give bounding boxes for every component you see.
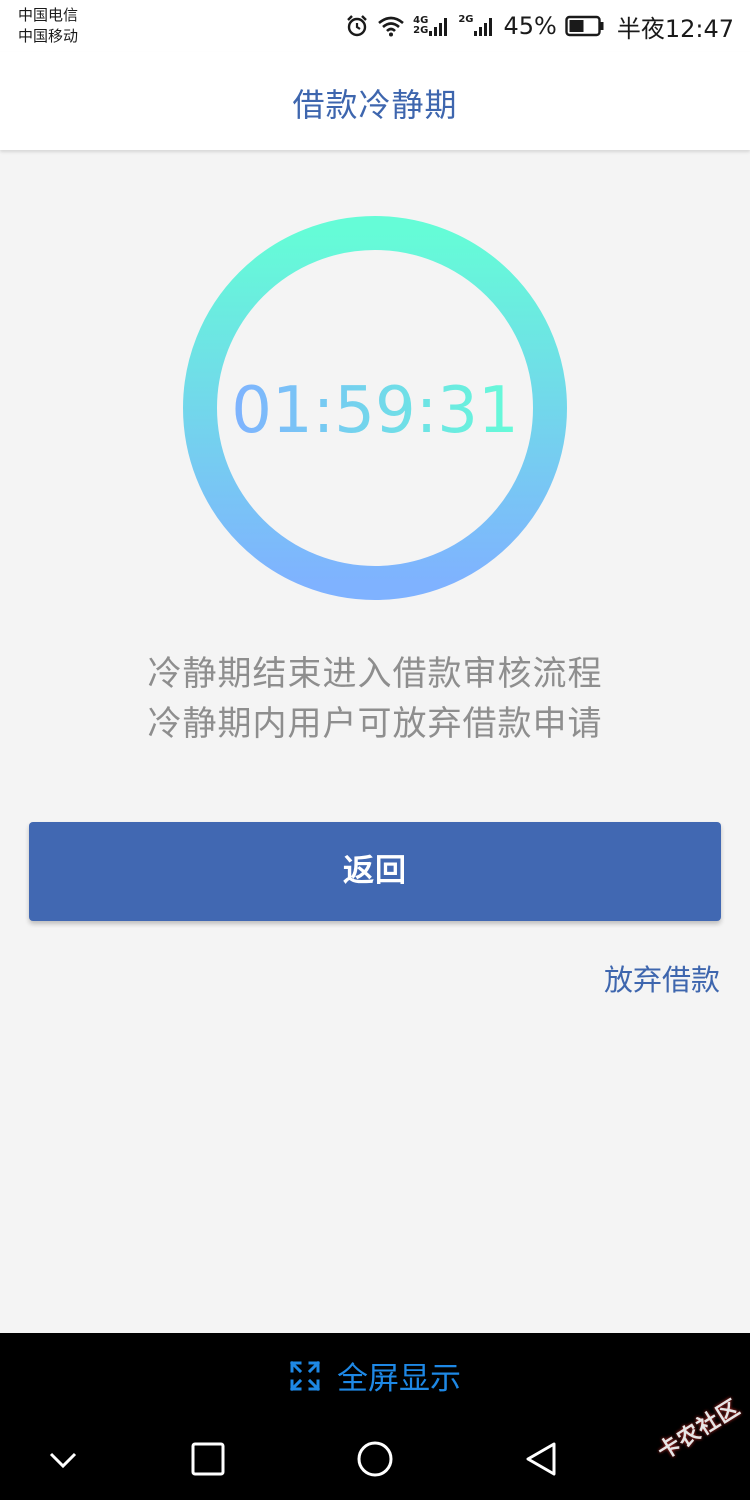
chevron-down-icon[interactable] <box>40 1436 86 1482</box>
carrier-name: 中国电信 <box>18 6 79 24</box>
countdown-time: 01:59:31 <box>231 374 518 448</box>
network-type-label: 2G <box>413 25 429 36</box>
battery-icon <box>565 15 604 37</box>
carrier-info: 中国电信 中国移动 <box>18 5 78 47</box>
countdown-ring: 01:59:31 <box>183 216 567 600</box>
status-bar: 中国电信 中国移动 4G 2G 2G 45% 半夜12:47 <box>0 0 750 52</box>
expand-icon <box>289 1360 321 1391</box>
description-line: 冷静期结束进入借款审核流程 <box>147 654 603 694</box>
fullscreen-label: 全屏显示 <box>337 1361 461 1397</box>
home-icon[interactable] <box>352 1436 398 1482</box>
abandon-loan-link[interactable]: 放弃借款 <box>604 957 720 999</box>
battery-percent: 45% <box>503 12 557 40</box>
description-line: 冷静期内用户可放弃借款申请 <box>147 704 603 744</box>
signal-icon <box>429 18 448 36</box>
header: 借款冷静期 <box>0 52 750 150</box>
navigation-bar <box>0 1418 750 1500</box>
alarm-icon <box>347 15 367 37</box>
signal-icon <box>474 18 493 36</box>
network-type-label: 2G <box>458 14 474 25</box>
carrier-name: 中国移动 <box>18 27 79 45</box>
status-icons: 4G 2G 2G 45% 半夜12:47 <box>345 8 734 44</box>
recent-apps-icon[interactable] <box>185 1436 231 1482</box>
back-icon[interactable] <box>518 1436 564 1482</box>
page-title: 借款冷静期 <box>292 86 458 124</box>
back-button[interactable]: 返回 <box>29 822 721 921</box>
fullscreen-bar[interactable]: 全屏显示 <box>0 1333 750 1418</box>
wifi-icon <box>378 16 404 37</box>
clock: 半夜12:47 <box>616 14 734 43</box>
